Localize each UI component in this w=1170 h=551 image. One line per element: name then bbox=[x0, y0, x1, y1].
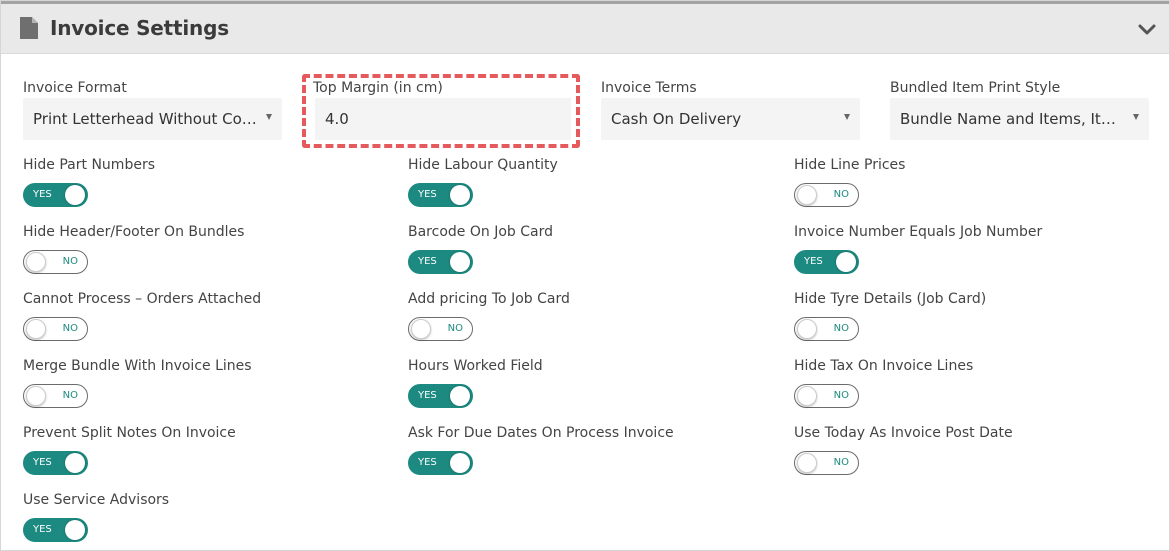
toggle-knob bbox=[797, 453, 817, 473]
hide-tax-on-invoice-lines-toggle[interactable]: NO bbox=[794, 384, 859, 408]
hide-header-footer-on-bundles-label: Hide Header/Footer On Bundles bbox=[23, 224, 245, 240]
toggle-state-text: YES bbox=[418, 256, 437, 267]
ask-for-due-dates-on-process-invoice-label: Ask For Due Dates On Process Invoice bbox=[408, 425, 674, 441]
hide-part-numbers-label: Hide Part Numbers bbox=[23, 157, 155, 173]
toggle-state-text: NO bbox=[833, 390, 849, 401]
hide-part-numbers-toggle[interactable]: YES bbox=[23, 183, 88, 207]
prevent-split-notes-on-invoice-label: Prevent Split Notes On Invoice bbox=[23, 425, 236, 441]
toggle-state-text: YES bbox=[33, 189, 52, 200]
ask-for-due-dates-on-process-invoice-toggle[interactable]: YES bbox=[408, 451, 473, 475]
add-pricing-to-job-card-label: Add pricing To Job Card bbox=[408, 291, 570, 307]
barcode-on-job-card-toggle[interactable]: YES bbox=[408, 250, 473, 274]
caret-down-icon bbox=[844, 114, 850, 120]
toggle-knob bbox=[450, 252, 470, 272]
toggle-state-text: YES bbox=[418, 390, 437, 401]
top-margin-label: Top Margin (in cm) bbox=[313, 80, 443, 96]
toggle-knob bbox=[450, 453, 470, 473]
panel-title: Invoice Settings bbox=[50, 16, 229, 40]
use-service-advisors-label: Use Service Advisors bbox=[23, 492, 170, 508]
use-today-as-invoice-post-date-toggle[interactable]: NO bbox=[794, 451, 859, 475]
toggle-state-text: YES bbox=[418, 189, 437, 200]
toggle-knob bbox=[797, 319, 817, 339]
bundled-style-value: Bundle Name and Items, Item ... bbox=[900, 110, 1125, 128]
invoice-format-select[interactable]: Print Letterhead Without Com... bbox=[23, 98, 282, 140]
toggle-knob bbox=[836, 252, 856, 272]
toggle-state-text: NO bbox=[833, 323, 849, 334]
toggle-state-text: YES bbox=[33, 524, 52, 535]
hours-worked-field-toggle[interactable]: YES bbox=[408, 384, 473, 408]
hide-labour-quantity-label: Hide Labour Quantity bbox=[408, 157, 558, 173]
invoice-terms-value: Cash On Delivery bbox=[611, 110, 742, 128]
toggle-knob bbox=[65, 520, 85, 540]
merge-bundle-with-invoice-lines-label: Merge Bundle With Invoice Lines bbox=[23, 358, 252, 374]
toggle-knob bbox=[65, 453, 85, 473]
cannot-process-orders-attached-label: Cannot Process – Orders Attached bbox=[23, 291, 262, 307]
bundled-style-select[interactable]: Bundle Name and Items, Item ... bbox=[890, 98, 1149, 140]
toggle-state-text: YES bbox=[33, 457, 52, 468]
toggle-state-text: NO bbox=[62, 390, 78, 401]
toggle-knob bbox=[450, 185, 470, 205]
barcode-on-job-card-label: Barcode On Job Card bbox=[408, 224, 553, 240]
top-margin-input[interactable] bbox=[315, 98, 571, 140]
hide-header-footer-on-bundles-toggle[interactable]: NO bbox=[23, 250, 88, 274]
invoice-terms-select[interactable]: Cash On Delivery bbox=[601, 98, 860, 140]
prevent-split-notes-on-invoice-toggle[interactable]: YES bbox=[23, 451, 88, 475]
hide-line-prices-label: Hide Line Prices bbox=[794, 157, 906, 173]
invoice-format-value: Print Letterhead Without Com... bbox=[33, 110, 258, 128]
toggle-knob bbox=[65, 185, 85, 205]
invoice-settings-panel: Invoice Settings Invoice Format Print Le… bbox=[0, 0, 1170, 551]
hide-labour-quantity-toggle[interactable]: YES bbox=[408, 183, 473, 207]
toggle-state-text: YES bbox=[804, 256, 823, 267]
use-service-advisors-toggle[interactable]: YES bbox=[23, 518, 88, 542]
hide-line-prices-toggle[interactable]: NO bbox=[794, 183, 859, 207]
invoice-format-label: Invoice Format bbox=[23, 80, 127, 96]
caret-down-icon bbox=[1133, 114, 1139, 120]
toggle-state-text: NO bbox=[62, 256, 78, 267]
toggle-state-text: NO bbox=[447, 323, 463, 334]
toggle-knob bbox=[797, 386, 817, 406]
use-today-as-invoice-post-date-label: Use Today As Invoice Post Date bbox=[794, 425, 1013, 441]
toggle-state-text: NO bbox=[833, 189, 849, 200]
bundled-style-label: Bundled Item Print Style bbox=[890, 80, 1061, 96]
hide-tyre-details-job-card-label: Hide Tyre Details (Job Card) bbox=[794, 291, 987, 307]
toggle-knob bbox=[26, 252, 46, 272]
merge-bundle-with-invoice-lines-toggle[interactable]: NO bbox=[23, 384, 88, 408]
add-pricing-to-job-card-toggle[interactable]: NO bbox=[408, 317, 473, 341]
toggle-state-text: YES bbox=[418, 457, 437, 468]
toggle-knob bbox=[450, 386, 470, 406]
cannot-process-orders-attached-toggle[interactable]: NO bbox=[23, 317, 88, 341]
toggle-state-text: NO bbox=[833, 457, 849, 468]
panel-header[interactable]: Invoice Settings bbox=[1, 1, 1169, 54]
invoice-number-equals-job-number-label: Invoice Number Equals Job Number bbox=[794, 224, 1043, 240]
invoice-terms-label: Invoice Terms bbox=[601, 80, 697, 96]
toggle-knob bbox=[411, 319, 431, 339]
toggle-knob bbox=[797, 185, 817, 205]
toggle-state-text: NO bbox=[62, 323, 78, 334]
hide-tyre-details-job-card-toggle[interactable]: NO bbox=[794, 317, 859, 341]
invoice-number-equals-job-number-toggle[interactable]: YES bbox=[794, 250, 859, 274]
caret-down-icon bbox=[266, 114, 272, 120]
document-icon bbox=[20, 17, 38, 39]
chevron-down-icon[interactable] bbox=[1137, 23, 1157, 37]
hours-worked-field-label: Hours Worked Field bbox=[408, 358, 543, 374]
toggle-knob bbox=[26, 386, 46, 406]
toggle-knob bbox=[26, 319, 46, 339]
hide-tax-on-invoice-lines-label: Hide Tax On Invoice Lines bbox=[794, 358, 974, 374]
